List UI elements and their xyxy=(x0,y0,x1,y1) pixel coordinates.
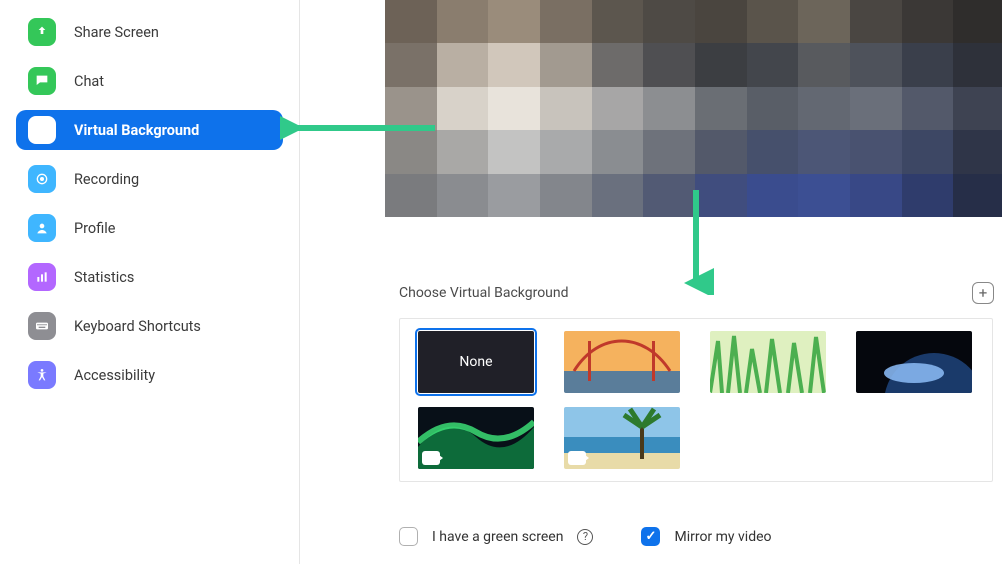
bar-chart-icon xyxy=(28,263,56,291)
sidebar-item-statistics[interactable]: Statistics xyxy=(16,257,283,297)
sidebar-item-share-screen[interactable]: Share Screen xyxy=(16,12,283,52)
share-upload-icon xyxy=(28,18,56,46)
options-row: I have a green screen ? Mirror my video xyxy=(399,527,772,546)
thumb-aurora[interactable] xyxy=(418,407,534,469)
settings-sidebar: Share Screen Chat Virtual Background Rec… xyxy=(0,0,300,564)
accessibility-icon xyxy=(28,361,56,389)
thumb-earth[interactable] xyxy=(856,331,972,393)
sidebar-item-label: Statistics xyxy=(74,269,134,286)
sidebar-item-label: Recording xyxy=(74,171,139,188)
help-icon[interactable]: ? xyxy=(577,529,593,545)
mirror-video-checkbox[interactable] xyxy=(641,527,660,546)
chat-bubble-icon xyxy=(28,67,56,95)
sidebar-item-label: Share Screen xyxy=(74,24,159,41)
section-title: Choose Virtual Background xyxy=(399,285,569,301)
sidebar-item-label: Profile xyxy=(74,220,115,237)
video-badge-icon xyxy=(422,451,440,465)
keyboard-icon xyxy=(28,312,56,340)
green-screen-label: I have a green screen xyxy=(432,529,563,545)
sidebar-item-profile[interactable]: Profile xyxy=(16,208,283,248)
thumb-grass[interactable] xyxy=(710,331,826,393)
sidebar-item-chat[interactable]: Chat xyxy=(16,61,283,101)
video-badge-icon xyxy=(568,451,586,465)
sidebar-item-virtual-background[interactable]: Virtual Background xyxy=(16,110,283,150)
video-preview-image xyxy=(385,0,1002,217)
sidebar-item-keyboard-shortcuts[interactable]: Keyboard Shortcuts xyxy=(16,306,283,346)
sidebar-item-label: Keyboard Shortcuts xyxy=(74,318,201,335)
video-preview xyxy=(385,0,1002,217)
thumb-bridge[interactable] xyxy=(564,331,680,393)
record-icon xyxy=(28,165,56,193)
sidebar-item-label: Accessibility xyxy=(74,367,155,384)
thumb-none-label: None xyxy=(459,354,492,370)
plus-icon: + xyxy=(979,284,988,302)
thumb-none[interactable]: None xyxy=(418,331,534,393)
person-icon xyxy=(28,214,56,242)
background-thumbnails: None xyxy=(399,318,993,482)
thumb-beach[interactable] xyxy=(564,407,680,469)
sidebar-item-label: Chat xyxy=(74,73,104,90)
sidebar-item-label: Virtual Background xyxy=(74,122,199,139)
add-background-button[interactable]: + xyxy=(972,282,994,304)
green-screen-checkbox[interactable] xyxy=(399,527,418,546)
mirror-video-label: Mirror my video xyxy=(674,529,771,545)
sidebar-item-recording[interactable]: Recording xyxy=(16,159,283,199)
sidebar-item-accessibility[interactable]: Accessibility xyxy=(16,355,283,395)
main-panel: Choose Virtual Background + None I have … xyxy=(300,0,1002,564)
person-card-icon xyxy=(28,116,56,144)
